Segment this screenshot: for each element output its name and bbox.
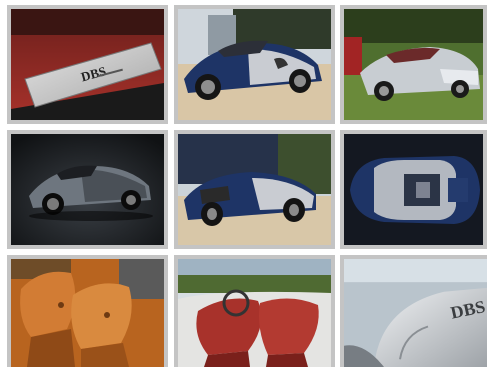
gallery-thumbnail-red-interior[interactable] (174, 255, 335, 367)
gallery-thumbnail-bugatti-top-view[interactable] (340, 130, 487, 249)
bugatti-blue-rear-image (178, 134, 331, 245)
bugatti-top-view-image (344, 134, 483, 245)
gallery-thumbnail-aston-volante[interactable] (340, 5, 487, 124)
gallery-thumbnail-dbs-sill-plate[interactable]: DBS (7, 5, 168, 124)
gallery-thumbnail-tan-interior[interactable] (7, 255, 168, 367)
dbs-sill-plate-image: DBS (11, 9, 164, 120)
dbs-badge-image: DBS (344, 259, 487, 367)
bugatti-dark-grey-image (11, 134, 164, 245)
image-gallery-grid: DBS DBS (0, 0, 487, 367)
gallery-thumbnail-bugatti-dark-grey[interactable] (7, 130, 168, 249)
gallery-thumbnail-bugatti-blue-rear[interactable] (174, 130, 335, 249)
bugatti-blue-front-image (178, 9, 331, 120)
red-interior-image (178, 259, 331, 367)
gallery-thumbnail-dbs-badge[interactable]: DBS (340, 255, 487, 367)
tan-interior-image (11, 259, 164, 367)
aston-volante-image (344, 9, 483, 120)
gallery-thumbnail-bugatti-blue-front[interactable] (174, 5, 335, 124)
